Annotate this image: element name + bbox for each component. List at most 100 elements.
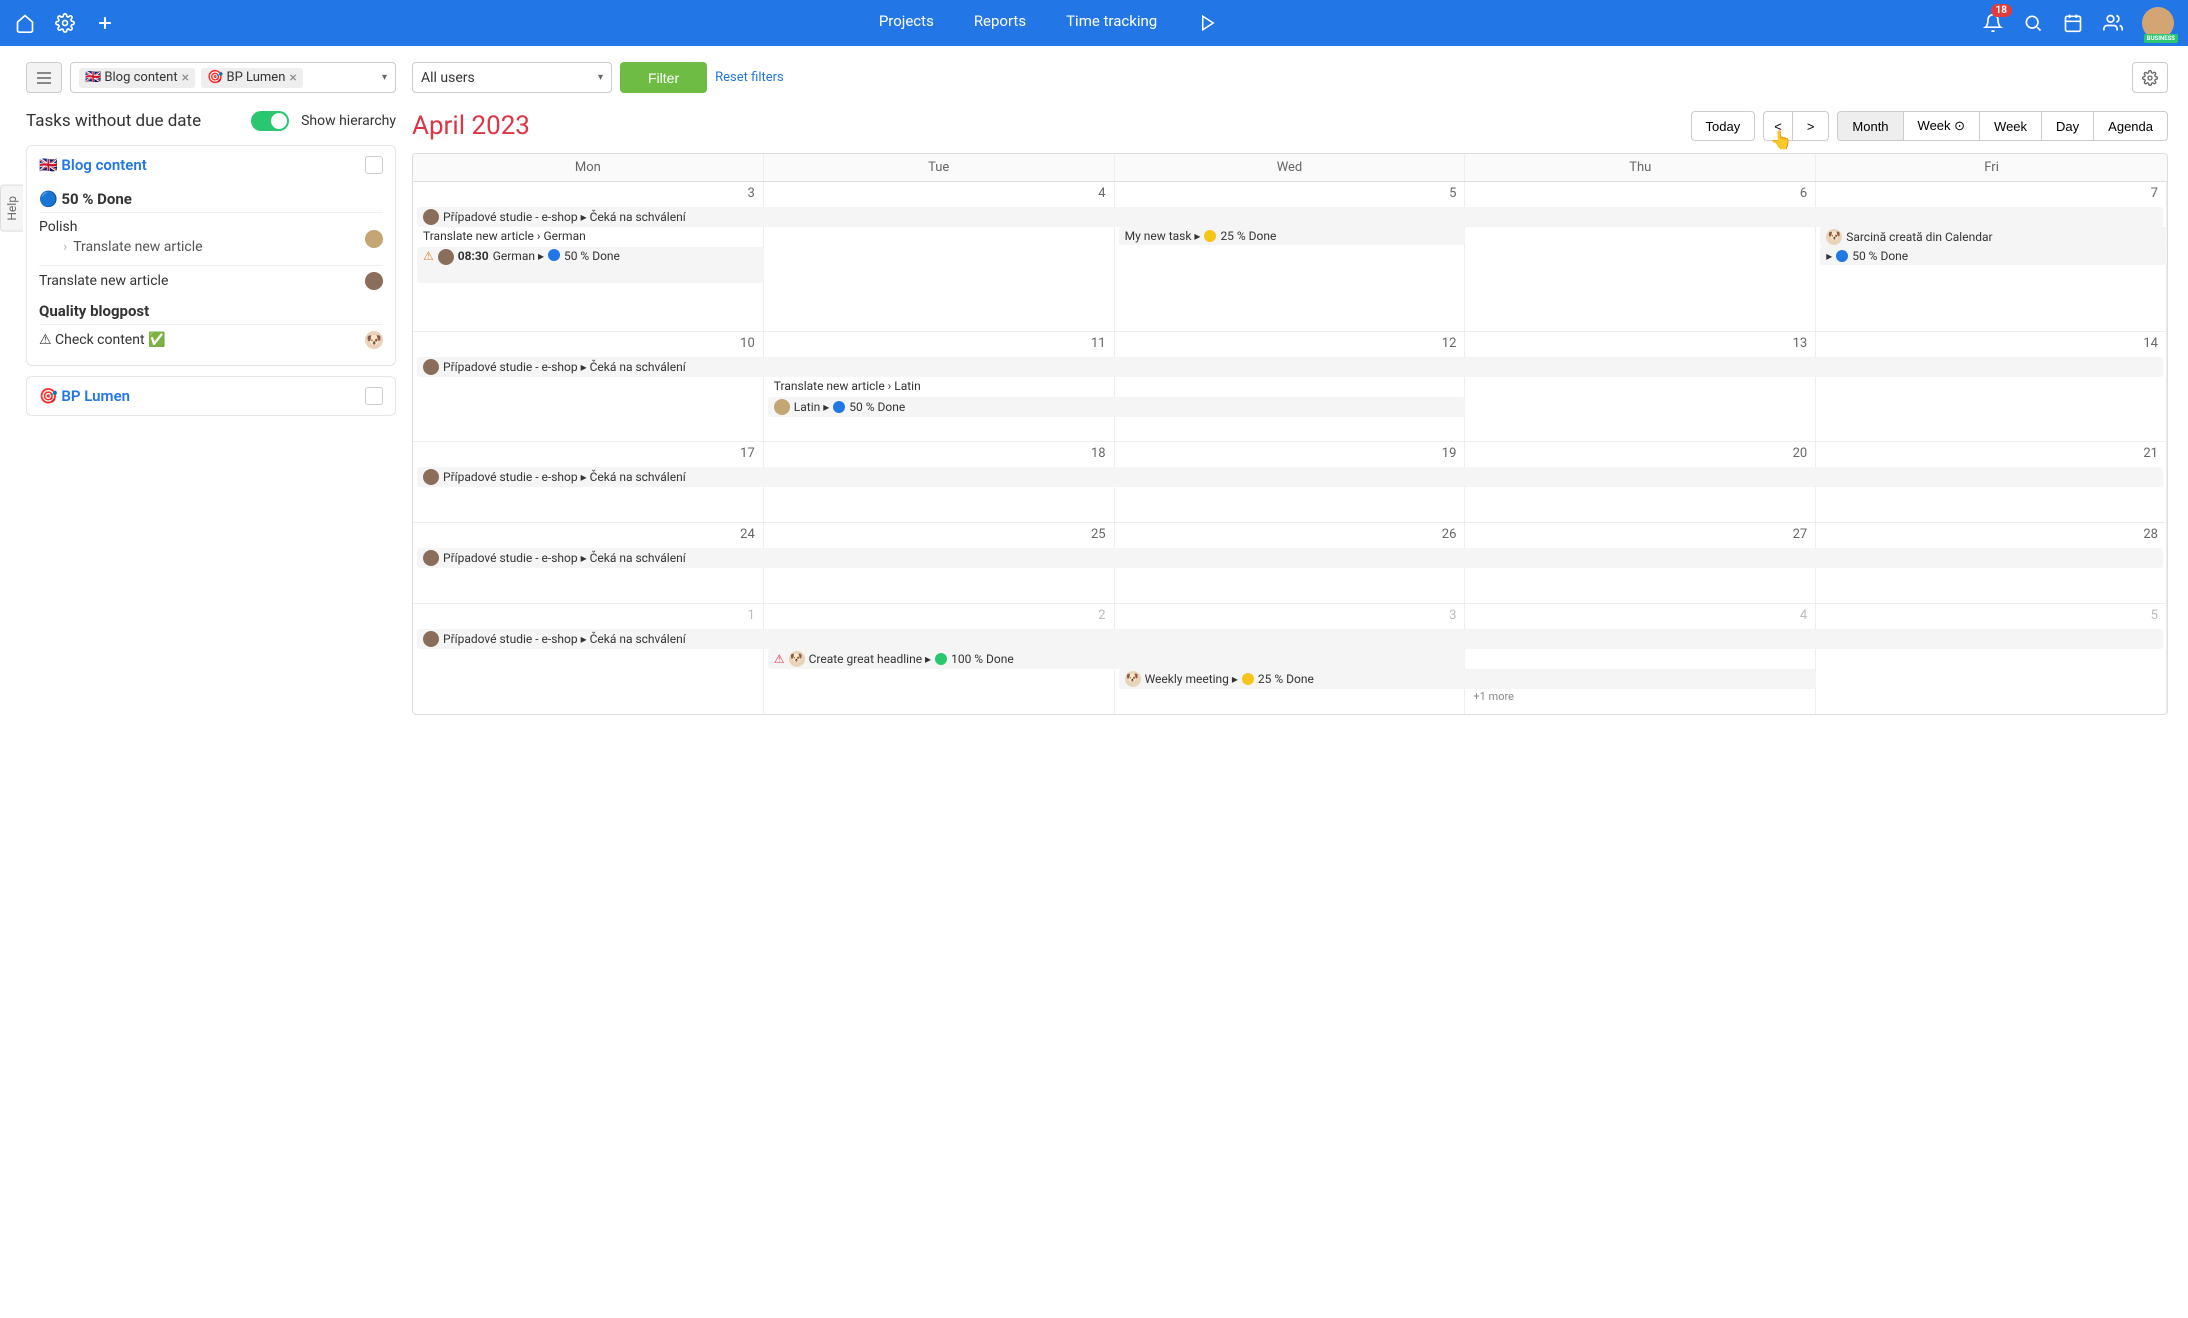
settings-gear-icon[interactable] (54, 12, 76, 34)
calendar-icon[interactable] (2062, 12, 2084, 34)
cell-date: 17 (740, 446, 755, 461)
view-button-week[interactable]: Week ⊙ (1903, 111, 1980, 141)
event-bar[interactable]: My new task ▸25 % Done (1119, 227, 1466, 245)
cell-date: 7 (2151, 186, 2158, 201)
event-text: Sarcină creată din Calendar (1846, 230, 1992, 244)
project-filter-select[interactable]: 🇬🇧 Blog content × 🎯 BP Lumen × ▾ (70, 62, 396, 93)
event-bar[interactable]: ⚠🐶Create great headline ▸100 % Done (768, 649, 1466, 669)
chip-remove-icon[interactable]: × (289, 70, 296, 86)
calendar-cell[interactable]: 14 (1816, 332, 2167, 441)
group-checkbox[interactable] (365, 387, 383, 405)
warning-icon: ⚠ (774, 652, 785, 666)
calendar-cell[interactable]: 10 (413, 332, 764, 441)
cell-date: 13 (1793, 336, 1808, 351)
plus-icon[interactable] (94, 12, 116, 34)
settings-button[interactable] (2132, 62, 2168, 93)
event-bar[interactable]: Případové studie - e-shop ▸ Čeká na schv… (417, 207, 2163, 227)
group-header[interactable]: 🎯 BP Lumen (27, 377, 395, 415)
view-button-day[interactable]: Day (2041, 111, 2093, 141)
more-link[interactable]: +1 more (1465, 688, 1522, 705)
calendar-cell[interactable]: 1 (413, 604, 764, 714)
section-heading: 🔵 50 % Done (39, 184, 383, 212)
search-icon[interactable] (2022, 12, 2044, 34)
chip-remove-icon[interactable]: × (182, 70, 189, 86)
filter-button[interactable]: Filter (620, 62, 707, 93)
users-icon[interactable] (2102, 12, 2124, 34)
task-label: Polish (39, 219, 365, 235)
warning-icon: ⚠ (423, 249, 434, 263)
status-dot-icon (1242, 673, 1254, 685)
event-avatar (423, 469, 439, 485)
cell-date: 14 (2143, 336, 2158, 351)
event-status: 25 % Done (1258, 672, 1314, 686)
notification-badge: 18 (1991, 4, 2012, 17)
event-text: My new task ▸ (1125, 229, 1201, 243)
chevron-down-icon: ▾ (598, 72, 603, 83)
next-button[interactable]: > (1792, 111, 1830, 141)
event-bar[interactable]: Případové studie - e-shop ▸ Čeká na schv… (417, 357, 2163, 377)
today-button[interactable]: Today (1691, 111, 1756, 141)
event-bar[interactable]: 🐶Weekly meeting ▸25 % Done (1119, 669, 1817, 689)
event-bar[interactable]: Translate new article › German (417, 227, 764, 245)
cell-date: 27 (1793, 527, 1808, 542)
event-text: German ▸ (493, 249, 544, 263)
users-filter-select[interactable]: All users ▾ (412, 62, 612, 93)
event-status: 50 % Done (564, 249, 620, 263)
assignee-avatar (365, 272, 383, 290)
bell-icon[interactable]: 18 (1982, 12, 2004, 34)
nav-reports[interactable]: Reports (974, 12, 1026, 34)
event-avatar (423, 550, 439, 566)
cell-date: 3 (1449, 608, 1456, 623)
event-bar[interactable]: Případové studie - e-shop ▸ Čeká na schv… (417, 467, 2163, 487)
help-tab[interactable]: Help (0, 185, 23, 232)
reset-filters-link[interactable]: Reset filters (715, 70, 784, 85)
calendar-cell[interactable]: 6 (1465, 182, 1816, 331)
cell-date: 4 (1098, 186, 1105, 201)
event-bar[interactable]: 🐶Sarcină creată din Calendar (1820, 227, 2167, 247)
event-text: Případové studie - e-shop ▸ Čeká na schv… (443, 210, 686, 224)
show-hierarchy-toggle[interactable] (251, 111, 289, 131)
prev-button[interactable]: < 👆 (1763, 111, 1792, 141)
calendar-cell[interactable]: 5 (1115, 182, 1466, 331)
event-bar[interactable]: Případové studie - e-shop ▸ Čeká na schv… (417, 548, 2163, 568)
event-bar[interactable]: Translate new article › Latin (768, 377, 1466, 395)
calendar-cell[interactable]: 13 (1465, 332, 1816, 441)
event-bar[interactable]: ▸50 % Done (1820, 247, 2167, 265)
sidebar-group: 🇬🇧 Blog content🔵 50 % DonePolish›Transla… (26, 145, 396, 366)
home-icon[interactable] (14, 12, 36, 34)
event-avatar (423, 359, 439, 375)
hamburger-button[interactable] (26, 62, 62, 93)
cell-date: 2 (1098, 608, 1105, 623)
task-row[interactable]: Polish›Translate new article (39, 212, 383, 265)
event-bar[interactable]: ⚠08:30German ▸50 % Done (417, 247, 764, 283)
event-text: Latin ▸ (794, 400, 829, 414)
toggle-label: Show hierarchy (301, 113, 396, 129)
event-text: Translate new article › Latin (774, 379, 921, 393)
view-button-agenda[interactable]: Agenda (2093, 111, 2168, 141)
cell-date: 19 (1442, 446, 1457, 461)
nav-projects[interactable]: Projects (879, 12, 934, 34)
filter-chip-blog: 🇬🇧 Blog content × (79, 68, 195, 88)
view-button-month[interactable]: Month (1837, 111, 1902, 141)
event-bar[interactable]: Latin ▸50 % Done (768, 397, 1466, 417)
play-icon[interactable] (1197, 12, 1219, 34)
group-checkbox[interactable] (365, 156, 383, 174)
calendar-cell[interactable]: 5 (1816, 604, 2167, 714)
view-button-week[interactable]: Week (1979, 111, 2041, 141)
task-row[interactable]: Translate new article (39, 265, 383, 296)
task-sublabel: ›Translate new article (39, 235, 365, 259)
event-bar[interactable]: Případové studie - e-shop ▸ Čeká na schv… (417, 629, 2163, 649)
view-button-group: MonthWeek ⊙WeekDayAgenda (1837, 111, 2168, 141)
day-header: Wed (1115, 154, 1466, 181)
group-header[interactable]: 🇬🇧 Blog content (27, 146, 395, 184)
cell-date: 4 (1800, 608, 1807, 623)
event-text: Create great headline ▸ (809, 652, 932, 666)
task-row[interactable]: ⚠ Check content ✅🐶 (39, 324, 383, 355)
cell-date: 26 (1442, 527, 1457, 542)
calendar-cell[interactable]: 4 (764, 182, 1115, 331)
day-header: Fri (1816, 154, 2167, 181)
cell-date: 5 (2151, 608, 2158, 623)
top-nav: Projects Reports Time tracking 18 BUSINE… (0, 0, 2188, 46)
nav-time-tracking[interactable]: Time tracking (1066, 12, 1157, 34)
user-avatar[interactable]: BUSINESS (2142, 7, 2174, 39)
